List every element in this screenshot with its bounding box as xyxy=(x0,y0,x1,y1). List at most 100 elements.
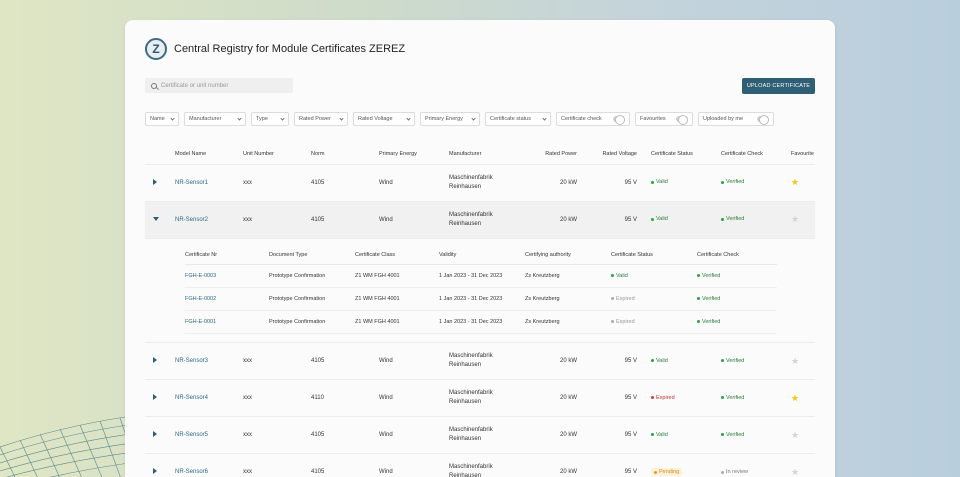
model-name-link[interactable]: NR-Sensor4 xyxy=(175,395,208,401)
expand-cell[interactable] xyxy=(145,416,175,454)
star-icon[interactable]: ★ xyxy=(791,214,799,224)
caret-right-icon[interactable] xyxy=(153,394,157,400)
toggle-switch[interactable] xyxy=(676,115,688,125)
expand-cell[interactable] xyxy=(145,200,175,238)
toggle-switch[interactable] xyxy=(757,115,769,125)
favourite-cell: ★ xyxy=(791,453,815,477)
favourite-cell: ★ xyxy=(791,200,815,238)
manufacturer: Maschinenfabrik Reinhausen xyxy=(449,416,539,454)
model-name-link[interactable]: NR-Sensor5 xyxy=(175,432,208,438)
filter-label: Uploaded by me xyxy=(703,116,744,122)
search-placeholder: Certificate or unit number xyxy=(161,82,229,89)
validity: 1 Jan 2023 - 31 Dec 2023 xyxy=(439,287,525,311)
certificate-nr-link[interactable]: FGH-E-0002 xyxy=(185,296,216,302)
nested-certificates-panel: Certificate Nr Document Type Certificate C… xyxy=(145,239,815,343)
star-icon[interactable]: ★ xyxy=(791,393,799,403)
star-icon[interactable]: ★ xyxy=(791,430,799,440)
rated-power: 20 kW xyxy=(539,342,591,380)
nested-certificates-row: Certificate Nr Document Type Certificate C… xyxy=(145,237,815,343)
status-badge: Expired xyxy=(611,296,635,302)
filter-label: Primary Energy xyxy=(425,116,463,122)
model-name-cell: NR-Sensor4 xyxy=(175,379,243,417)
norm: 4105 xyxy=(311,416,379,454)
status-badge-label: Valid xyxy=(616,272,628,279)
table-row[interactable]: NR-Sensor5 xxx 4105 Wind Maschinenfabrik Rei… xyxy=(145,416,815,454)
toggle-switch[interactable] xyxy=(613,115,625,125)
filter-name[interactable]: Name xyxy=(145,112,179,126)
filter-label: Manufacturer xyxy=(189,116,222,122)
status-badge: Valid xyxy=(651,358,668,364)
nested-status-cell: Expired xyxy=(611,310,697,334)
filter-label: Favourites xyxy=(640,116,666,122)
manufacturer: Maschinenfabrik Reinhausen xyxy=(449,200,539,238)
certificate-nr-link[interactable]: FGH-E-0003 xyxy=(185,273,216,279)
zerez-logo: Z xyxy=(145,38,167,60)
caret-right-icon[interactable] xyxy=(153,431,157,437)
norm: 4105 xyxy=(311,163,379,201)
status-dot-icon xyxy=(654,470,657,474)
filter-favourites[interactable]: Favourites xyxy=(635,112,693,126)
filter-label: Name xyxy=(150,116,165,122)
star-icon[interactable]: ★ xyxy=(791,356,799,366)
certificate-nr-cell: FGH-E-0001 xyxy=(185,310,269,334)
star-icon[interactable]: ★ xyxy=(791,467,799,477)
rated-power: 20 kW xyxy=(539,453,591,477)
table-row[interactable]: NR-Sensor3 xxx 4105 Wind Maschinenfabrik Rei… xyxy=(145,342,815,380)
primary-energy: Wind xyxy=(379,163,449,201)
table-row[interactable]: NR-Sensor1 xxx 4105 Wind Maschinenfabrik Rei… xyxy=(145,163,815,201)
certificate-nr-link[interactable]: FGH-E-0001 xyxy=(185,319,216,325)
model-name-cell: NR-Sensor1 xyxy=(175,163,243,201)
filter-certificate-check[interactable]: Certificate check xyxy=(556,112,630,126)
unit-number: xxx xyxy=(243,453,311,477)
model-name-link[interactable]: NR-Sensor1 xyxy=(175,180,208,186)
expand-cell[interactable] xyxy=(145,379,175,417)
caret-down-icon[interactable] xyxy=(153,216,159,221)
check-badge: Verified xyxy=(697,319,720,325)
certificate-nr-cell: FGH-E-0003 xyxy=(185,264,269,288)
filter-type[interactable]: Type xyxy=(251,112,289,126)
status-dot-icon xyxy=(651,180,654,184)
status-badge-label: Valid xyxy=(656,431,668,438)
manufacturer: Maschinenfabrik Reinhausen xyxy=(449,453,539,477)
filter-rated-voltage[interactable]: Rated Voltage xyxy=(353,112,415,126)
table-row[interactable]: NR-Sensor2 xxx 4105 Wind Maschinenfabrik Rei… xyxy=(145,200,815,238)
status-dot-icon xyxy=(611,274,614,278)
filter-rated-power[interactable]: Rated Power xyxy=(294,112,348,126)
nested-table-row[interactable]: FGH-E-0002 Prototype Confirmation Z1 WM FG… xyxy=(185,287,777,311)
nested-table-row[interactable]: FGH-E-0003 Prototype Confirmation Z1 WM FG… xyxy=(185,264,777,288)
table-row[interactable]: NR-Sensor6 xxx 4105 Wind Maschinenfabrik Rei… xyxy=(145,453,815,477)
expand-cell[interactable] xyxy=(145,163,175,201)
filter-primary-energy[interactable]: Primary Energy xyxy=(420,112,480,126)
rated-power: 20 kW xyxy=(539,416,591,454)
model-name-link[interactable]: NR-Sensor3 xyxy=(175,358,208,364)
favourite-cell: ★ xyxy=(791,416,815,454)
status-dot-icon xyxy=(721,433,724,437)
caret-right-icon[interactable] xyxy=(153,178,157,185)
model-name-link[interactable]: NR-Sensor6 xyxy=(175,469,208,475)
filter-manufacturer[interactable]: Manufacturer xyxy=(184,112,246,126)
model-name-link[interactable]: NR-Sensor2 xyxy=(175,217,208,223)
rated-power: 20 kW xyxy=(539,379,591,417)
chevron-down-icon xyxy=(406,115,411,121)
status-dot-icon xyxy=(721,396,724,400)
filter-certificate-status[interactable]: Certificate status xyxy=(485,112,551,126)
status-badge: Expired xyxy=(651,395,675,401)
nested-column-header: Validity xyxy=(439,246,525,265)
unit-number: xxx xyxy=(243,200,311,238)
certificate-check-cell: Verified xyxy=(721,379,791,417)
check-badge-label: Verified xyxy=(702,318,721,325)
expand-cell[interactable] xyxy=(145,453,175,477)
norm: 4110 xyxy=(311,379,379,417)
caret-right-icon[interactable] xyxy=(153,357,157,363)
star-icon[interactable]: ★ xyxy=(791,177,799,187)
status-dot-icon xyxy=(697,320,700,324)
upload-certificate-button[interactable]: UPLOAD CERTIFICATE xyxy=(742,78,815,94)
norm: 4105 xyxy=(311,200,379,238)
search-input[interactable]: Certificate or unit number xyxy=(145,78,293,93)
table-row[interactable]: NR-Sensor4 xxx 4110 Wind Maschinenfabrik Rei… xyxy=(145,379,815,417)
nested-table-row[interactable]: FGH-E-0001 Prototype Confirmation Z1 WM FG… xyxy=(185,310,777,334)
caret-right-icon[interactable] xyxy=(153,468,157,475)
expand-cell[interactable] xyxy=(145,342,175,380)
manufacturer: Maschinenfabrik Reinhausen xyxy=(449,163,539,201)
filter-uploaded-by-me[interactable]: Uploaded by me xyxy=(698,112,774,126)
